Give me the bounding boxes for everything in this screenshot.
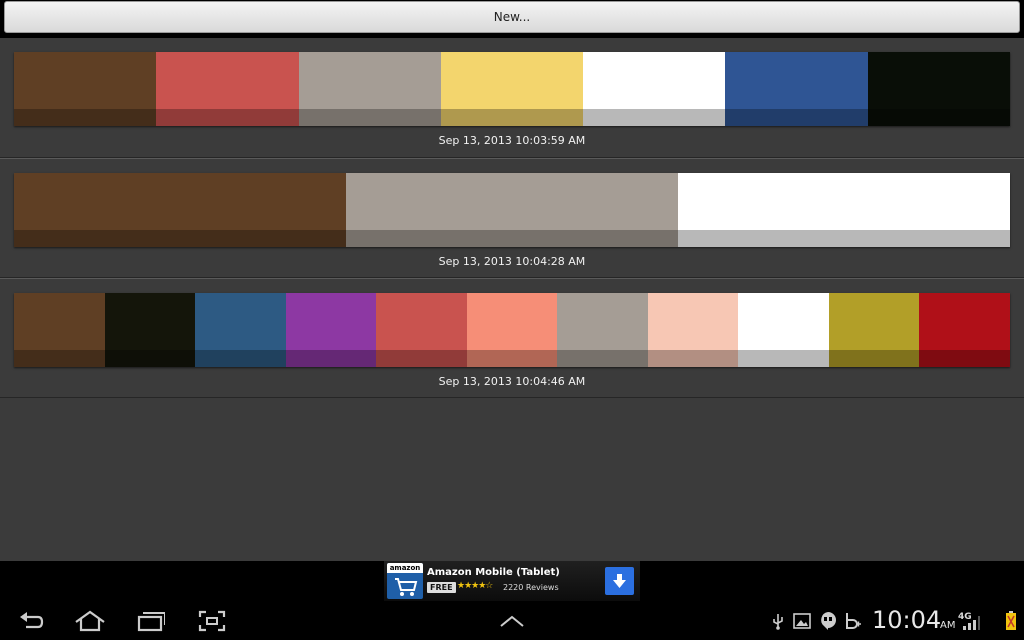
palette-list: Sep 13, 2013 10:03:59 AM Sep 13, 2013 10… [0,38,1024,398]
color-swatch[interactable] [14,173,346,247]
color-swatch[interactable] [828,293,920,367]
color-swatch[interactable] [725,52,868,126]
color-swatch[interactable] [376,293,467,367]
bluetooth-app-icon [842,602,864,640]
palette-timestamp: Sep 13, 2013 10:04:28 AM [438,255,586,268]
status-clock: 10:04 [872,606,942,634]
color-swatch[interactable] [557,293,648,367]
free-badge: FREE [427,582,456,593]
status-ampm: AM [940,620,956,631]
color-swatch[interactable] [583,52,726,126]
color-swatch[interactable] [678,173,1010,247]
color-swatch[interactable] [298,52,442,126]
color-swatch[interactable] [156,52,299,126]
palette-timestamp: Sep 13, 2013 10:04:46 AM [438,375,586,388]
svg-text:4G: 4G [958,612,972,622]
palette-swatches[interactable] [14,293,1011,367]
download-arrow-icon [613,574,626,588]
system-nav-bar: 4G [0,602,1024,640]
ad-title: Amazon Mobile (Tablet) [427,567,560,578]
color-swatch[interactable] [195,293,286,367]
ad-banner[interactable]: amazon Amazon Mobile (Tablet) FREE ★★★★☆… [384,561,640,601]
color-swatch[interactable] [919,293,1011,367]
color-swatch[interactable] [14,52,157,126]
shopping-cart-icon [395,578,418,596]
image-notification-icon [792,602,812,640]
color-swatch[interactable] [647,293,739,367]
signal-4g-icon: 4G [958,602,980,640]
chevron-up-icon[interactable] [498,602,526,640]
new-palette-button[interactable]: New... [4,1,1020,33]
recent-apps-icon[interactable] [134,602,166,640]
color-swatch[interactable] [466,293,558,367]
usb-icon [770,602,786,640]
palette-swatches[interactable] [14,173,1010,247]
color-swatch[interactable] [738,293,829,367]
palette-row[interactable]: Sep 13, 2013 10:04:28 AM [0,158,1024,278]
color-swatch[interactable] [14,293,105,367]
palette-swatches[interactable] [14,52,1011,126]
battery-icon [1003,602,1019,640]
color-swatch[interactable] [867,52,1011,126]
screenshot-icon[interactable] [196,602,228,640]
download-button[interactable] [605,567,634,595]
top-bar: New... [0,0,1024,38]
palette-row[interactable]: Sep 13, 2013 10:04:46 AM [0,278,1024,398]
hangouts-icon [818,602,838,640]
review-count: 2220 Reviews [503,583,559,592]
color-swatch[interactable] [346,173,678,247]
color-swatch[interactable] [285,293,377,367]
home-icon[interactable] [72,602,108,640]
color-swatch[interactable] [440,52,584,126]
amazon-logo: amazon [387,563,423,599]
rating-stars: ★★★★☆ [457,581,493,591]
color-swatch[interactable] [104,293,196,367]
back-icon[interactable] [16,602,46,640]
palette-row[interactable]: Sep 13, 2013 10:03:59 AM [0,38,1024,158]
palette-timestamp: Sep 13, 2013 10:03:59 AM [438,134,586,147]
